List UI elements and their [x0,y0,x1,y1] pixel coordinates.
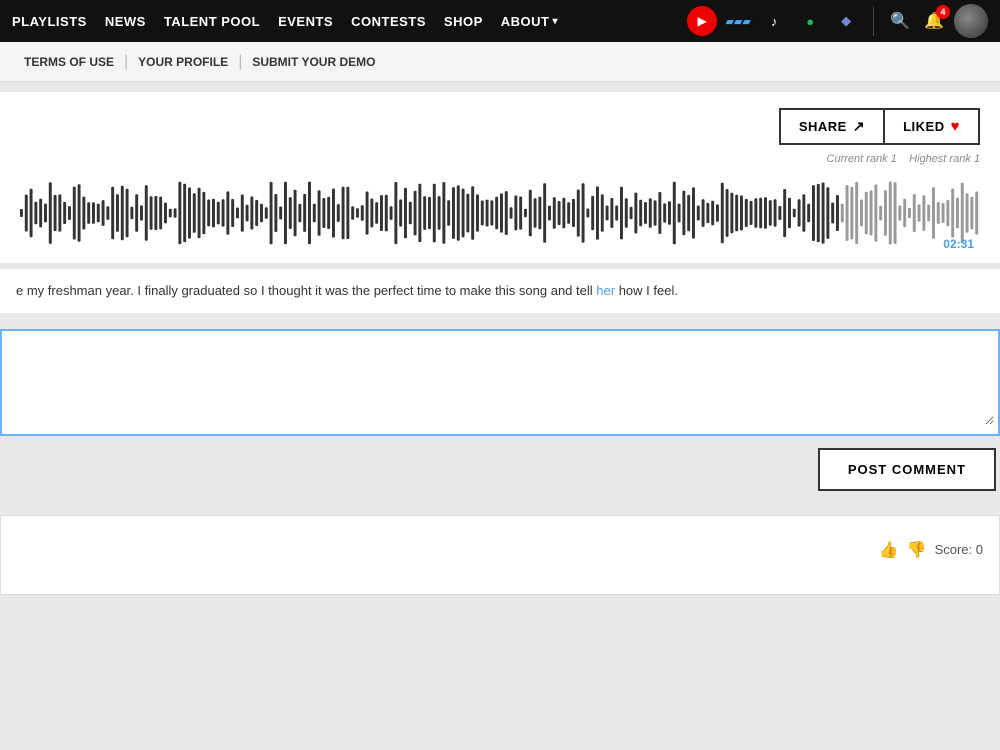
nav-icons: ▶ ▰▰▰ ♪ ● ◆ 🔍 🔔 4 [687,4,988,38]
post-comment-button[interactable]: POST COMMENT [818,448,996,491]
thumb-down-icon[interactable]: 👎 [907,540,927,560]
comment-textarea[interactable] [6,335,994,425]
description-link[interactable]: her [596,283,615,298]
music-icon-btn[interactable]: ♪ [759,6,789,36]
nav-events[interactable]: EVENTS [278,14,333,29]
nav-playlists[interactable]: PLAYLISTS [12,14,87,29]
nav-contests[interactable]: CONTESTS [351,14,426,29]
share-arrow-icon: ↗ [853,118,865,135]
share-button[interactable]: SHARE ↗ [779,108,885,145]
youtube-icon-btn[interactable]: ▶ [687,6,717,36]
submit-demo-link[interactable]: SUBMIT YOUR DEMO [242,55,385,69]
search-button[interactable]: 🔍 [886,7,914,35]
nav-separator [873,6,874,36]
navbar: PLAYLISTS NEWS TALENT POOL EVENTS CONTES… [0,0,1000,42]
waveform-svg [20,178,980,248]
spotify-icon-btn[interactable]: ● [795,6,825,36]
share-liked-row: SHARE ↗ LIKED ♥ [20,108,980,145]
nav-shop[interactable]: SHOP [444,14,483,29]
bell-button[interactable]: 🔔 4 [920,7,948,35]
heart-icon: ♥ [951,118,960,135]
equalizer-icon: ▰▰▰ [725,15,750,28]
current-rank: Current rank 1 [827,153,897,165]
discord-icon-btn[interactable]: ◆ [831,6,861,36]
score-label: Score: 0 [935,542,983,557]
nav-talent-pool[interactable]: TALENT POOL [164,14,260,29]
avatar-image [954,4,988,38]
player-section: SHARE ↗ LIKED ♥ Current rank 1 Highest r… [0,92,1000,263]
main-content: SHARE ↗ LIKED ♥ Current rank 1 Highest r… [0,82,1000,607]
terms-link[interactable]: TERMS OF USE [14,55,124,69]
nav-news[interactable]: NEWS [105,14,146,29]
description-text: e my freshman year. I finally graduated … [16,281,984,301]
secondary-nav: TERMS OF USE | YOUR PROFILE | SUBMIT YOU… [0,42,1000,82]
comment-textarea-wrapper [0,329,1000,436]
comment-item: 👍 👎 Score: 0 [0,515,1000,595]
rank-info: Current rank 1 Highest rank 1 [20,153,980,165]
nav-links: PLAYLISTS NEWS TALENT POOL EVENTS CONTES… [12,14,677,29]
comment-footer: 👍 👎 Score: 0 [17,540,983,560]
liked-button[interactable]: LIKED ♥ [885,108,980,145]
description-section: e my freshman year. I finally graduated … [0,269,1000,313]
youtube-icon: ▶ [698,14,707,28]
share-label: SHARE [799,119,847,134]
bell-badge: 4 [936,5,950,19]
time-label: 02:31 [943,237,974,251]
comment-section: POST COMMENT [0,319,1000,511]
comments-list: 👍 👎 Score: 0 [0,515,1000,595]
music-icon: ♪ [771,14,778,29]
waveform-container[interactable]: 02:31 [20,173,980,253]
search-icon: 🔍 [890,13,910,30]
nav-about[interactable]: ABOUT ▾ [501,14,558,29]
equalizer-icon-btn[interactable]: ▰▰▰ [723,6,753,36]
liked-label: LIKED [903,119,945,134]
profile-link[interactable]: YOUR PROFILE [128,55,238,69]
spotify-icon: ● [806,14,814,29]
highest-rank: Highest rank 1 [909,153,980,165]
chevron-down-icon: ▾ [552,16,558,27]
thumb-up-icon[interactable]: 👍 [879,540,899,560]
avatar[interactable] [954,4,988,38]
post-comment-row: POST COMMENT [0,436,1000,501]
discord-icon: ◆ [841,13,851,29]
